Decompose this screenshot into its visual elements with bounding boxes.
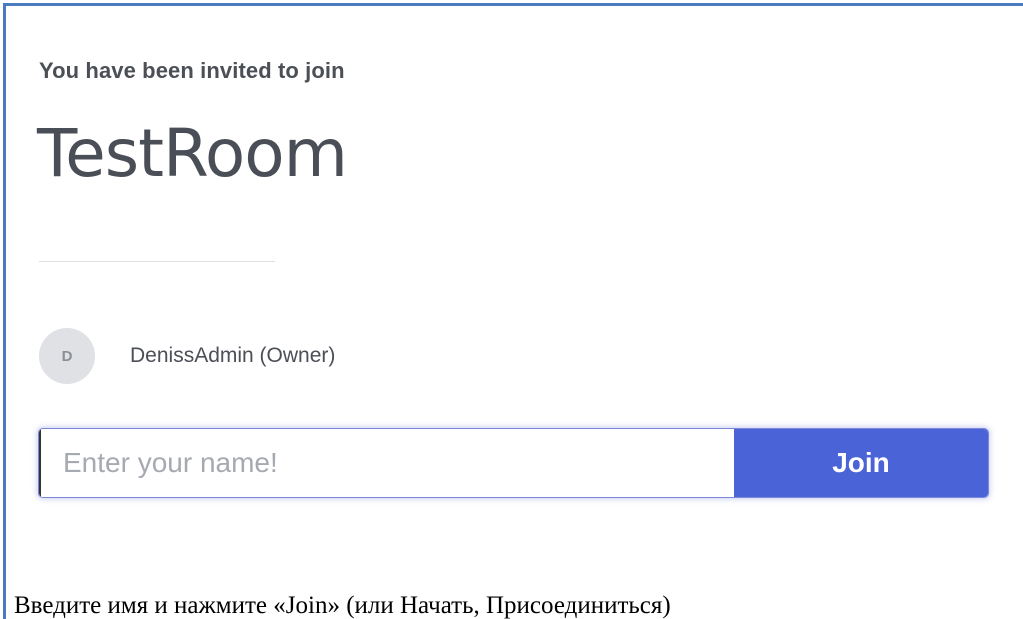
avatar: D	[39, 328, 95, 384]
owner-name: DenissAdmin (Owner)	[130, 344, 336, 367]
join-button[interactable]: Join	[734, 429, 988, 497]
divider	[39, 261, 275, 262]
invite-panel: You have been invited to join TestRoom D…	[3, 3, 1023, 619]
join-form: Join	[39, 429, 988, 497]
owner-row: D DenissAdmin (Owner)	[39, 328, 335, 384]
room-title: TestRoom	[37, 115, 348, 192]
invite-subtitle: You have been invited to join	[39, 58, 345, 83]
name-input[interactable]	[39, 429, 734, 497]
instruction-caption: Введите имя и нажмите «Join» (или Начать…	[14, 592, 671, 619]
